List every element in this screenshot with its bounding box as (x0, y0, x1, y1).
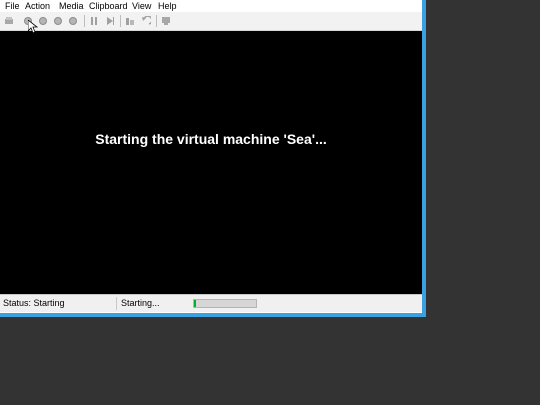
reset-icon[interactable] (104, 15, 116, 27)
menu-clipboard[interactable]: Clipboard (89, 0, 128, 12)
pause-icon[interactable] (88, 15, 100, 27)
toolbar-separator (84, 15, 85, 27)
progress-bar (193, 299, 257, 308)
checkpoint-icon[interactable] (124, 15, 136, 27)
menu-bar: File Action Media Clipboard View Help (0, 0, 422, 12)
vm-connection-window: File Action Media Clipboard View Help St… (0, 0, 426, 317)
toolbar-separator (156, 15, 157, 27)
status-bar: Status: Starting Starting... (0, 294, 422, 312)
enhanced-session-icon[interactable] (160, 15, 172, 27)
turn-off-icon[interactable] (37, 15, 49, 27)
vm-status-message: Starting the virtual machine 'Sea'... (95, 131, 327, 147)
save-icon[interactable] (67, 15, 79, 27)
toolbar-separator (120, 15, 121, 27)
status-divider (116, 297, 117, 310)
toolbar (0, 12, 422, 31)
progress-fill (194, 300, 196, 307)
menu-action[interactable]: Action (25, 0, 50, 12)
revert-icon[interactable] (140, 15, 152, 27)
status-text: Status: Starting (3, 298, 65, 308)
ctrl-alt-del-icon[interactable] (3, 15, 15, 27)
mouse-pointer-icon (28, 20, 38, 34)
shut-down-icon[interactable] (52, 15, 64, 27)
menu-view[interactable]: View (132, 0, 151, 12)
menu-help[interactable]: Help (158, 0, 177, 12)
menu-media[interactable]: Media (59, 0, 84, 12)
status-progress-label: Starting... (121, 298, 160, 308)
menu-file[interactable]: File (5, 0, 20, 12)
vm-display[interactable]: Starting the virtual machine 'Sea'... (0, 31, 422, 294)
